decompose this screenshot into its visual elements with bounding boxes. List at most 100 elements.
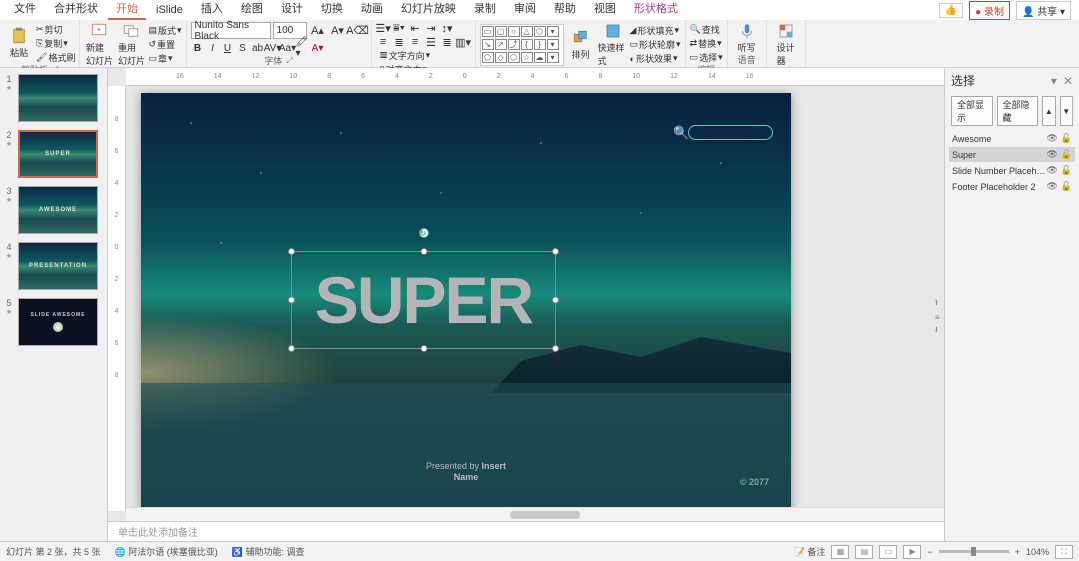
distribute-button[interactable]: ≣ (440, 36, 455, 48)
thumbnail-4[interactable]: PRESENTATION (18, 242, 98, 290)
shape-effects-button[interactable]: ◐ 形状效果 ▾ (630, 52, 681, 66)
italic-button[interactable]: I (206, 41, 220, 55)
strike-button[interactable]: S (236, 41, 250, 55)
resize-handle-tl[interactable] (288, 248, 295, 255)
find-button[interactable]: 🔍 查找 (690, 22, 723, 36)
bold-button[interactable]: B (191, 41, 205, 55)
select-button[interactable]: ▭ 选择 ▾ (690, 50, 723, 64)
paste-button[interactable]: 粘贴 (4, 27, 34, 59)
shape-fill-button[interactable]: ◢ 形状填充 ▾ (630, 24, 681, 38)
notes-input[interactable]: 单击此处添加备注 (108, 521, 944, 541)
thumbnail-3[interactable]: AWESOME (18, 186, 98, 234)
tab-insert[interactable]: 插入 (193, 0, 231, 20)
year-text[interactable]: © 2077 (740, 477, 769, 487)
font-name-input[interactable]: Nunito Sans Black (191, 22, 271, 39)
zoom-in-button[interactable]: + (1015, 547, 1020, 557)
fit-window-button[interactable]: ⛶ (1055, 545, 1073, 559)
pane-close-icon[interactable]: ✕ (1063, 74, 1073, 88)
language-status[interactable]: N/A🌐 阿法尔语 (埃塞俄比亚) (115, 545, 218, 558)
font-launcher[interactable]: ⤢ (286, 55, 292, 67)
tab-shape-format[interactable]: 形状格式 (626, 0, 686, 20)
resize-handle-br[interactable] (552, 345, 559, 352)
tab-file[interactable]: 文件 (6, 0, 44, 20)
inc-indent-button[interactable]: ⇥ (424, 22, 439, 34)
text-direction-button[interactable]: 𝌆 文字方向 ▾ (380, 48, 471, 62)
tab-merge-shapes[interactable]: 合并形状 (46, 0, 106, 20)
eye-icon[interactable]: 👁 (1046, 149, 1057, 160)
reading-view-button[interactable]: ▭ (879, 545, 897, 559)
selection-item[interactable]: Super👁🔓 (949, 147, 1075, 162)
underline-button[interactable]: U (221, 41, 235, 55)
search-pill-shape[interactable]: 🔍 (688, 125, 773, 140)
shape-outline-button[interactable]: ▭ 形状轮廓 ▾ (630, 38, 681, 52)
numbering-button[interactable]: ⩸▾ (392, 22, 407, 34)
lock-icon[interactable]: 🔓 (1061, 133, 1072, 144)
zoom-percent[interactable]: 104% (1026, 547, 1049, 557)
show-all-button[interactable]: 全部显示 (951, 96, 993, 126)
accessibility-status[interactable]: ♿ 辅助功能: 调查 (232, 545, 305, 558)
replace-button[interactable]: ⇄ 替换 ▾ (690, 36, 723, 50)
dictate-button[interactable]: 听写 (732, 22, 762, 54)
new-slide-button[interactable]: 新建 幻灯片 (84, 22, 114, 67)
columns-button[interactable]: ▥▾ (456, 36, 471, 48)
selection-item[interactable]: Footer Placeholder 2👁🔓 (949, 179, 1075, 194)
lock-icon[interactable]: 🔓 (1061, 181, 1072, 192)
reuse-slides-button[interactable]: 重用 幻灯片 (116, 22, 146, 67)
eye-icon[interactable]: 👁 (1046, 165, 1057, 176)
move-down-button[interactable]: ▼ (1060, 96, 1073, 126)
dec-indent-button[interactable]: ⇤ (408, 22, 423, 34)
tab-animations[interactable]: 动画 (353, 0, 391, 20)
cut-button[interactable]: ✂ 剪切 (36, 22, 75, 36)
resize-handle-mr[interactable] (552, 297, 559, 304)
font-color-button[interactable]: A▾ (311, 41, 325, 55)
record-button[interactable]: ● 录制 (969, 1, 1010, 20)
tab-draw[interactable]: 绘图 (233, 0, 271, 20)
hide-all-button[interactable]: 全部隐藏 (997, 96, 1039, 126)
slide-canvas[interactable]: 🔍 SUPER Presented by InsertName © 2077 (141, 93, 791, 507)
tab-home[interactable]: 开始 (108, 0, 146, 20)
tab-help[interactable]: 帮助 (546, 0, 584, 20)
resize-handle-tm[interactable] (420, 248, 427, 255)
eye-icon[interactable]: 👁 (1046, 133, 1057, 144)
footer-text[interactable]: Presented by InsertName (426, 461, 506, 483)
tab-review[interactable]: 审阅 (506, 0, 544, 20)
lock-icon[interactable]: 🔓 (1061, 149, 1072, 160)
align-center-button[interactable]: ≣ (392, 36, 407, 48)
highlight-button[interactable]: 🖍▾ (296, 41, 310, 55)
tab-transitions[interactable]: 切换 (313, 0, 351, 20)
horizontal-ruler[interactable]: 1614121086420246810121416 (126, 68, 944, 86)
move-up-button[interactable]: ▲ (1042, 96, 1055, 126)
vertical-ruler[interactable]: 864202468 (108, 86, 126, 511)
tab-view[interactable]: 视图 (586, 0, 624, 20)
section-button[interactable]: ▭ 章 ▾ (148, 52, 181, 66)
zoom-slider[interactable] (939, 550, 1009, 553)
sorter-view-button[interactable]: ▤ (855, 545, 873, 559)
reset-button[interactable]: ↺ 重置 (148, 38, 181, 52)
resize-handle-bm[interactable] (420, 345, 427, 352)
shapes-gallery[interactable]: ▭▢○△⬡▾ ↘↗⤴{}▾ ⬠◇⬡☆☁▾ (480, 24, 564, 66)
thumbnail-5[interactable]: SLIDE AWESOME (18, 298, 98, 346)
resize-handle-bl[interactable] (288, 345, 295, 352)
tab-design[interactable]: 设计 (273, 0, 311, 20)
align-right-button[interactable]: ≡ (408, 36, 423, 48)
lock-icon[interactable]: 🔓 (1061, 165, 1072, 176)
tab-slideshow[interactable]: 幻灯片放映 (393, 0, 464, 20)
eye-icon[interactable]: 👁 (1046, 181, 1057, 192)
copy-button[interactable]: ⎘ 复制 ▾ (36, 36, 75, 50)
layout-button[interactable]: ▤ 版式 ▾ (148, 24, 181, 38)
clear-format-button[interactable]: A⌫ (349, 23, 367, 38)
designer-button[interactable]: 设计 器 (771, 22, 801, 67)
selection-item[interactable]: Awesome👁🔓 (949, 131, 1075, 146)
line-spacing-button[interactable]: ↕▾ (440, 22, 455, 34)
thumbnail-2[interactable]: SUPER (18, 130, 98, 178)
notes-toggle[interactable]: 📝 备注 (794, 545, 826, 558)
increase-font-button[interactable]: A▴ (309, 23, 327, 38)
justify-button[interactable]: ☰ (424, 36, 439, 48)
horizontal-scrollbar[interactable] (126, 507, 944, 521)
share-button[interactable]: 👤 共享 ▾ (1016, 1, 1071, 20)
pane-dropdown-icon[interactable]: ▾ (1051, 74, 1057, 88)
arrange-button[interactable]: 排列 (566, 29, 596, 61)
resize-handle-tr[interactable] (552, 248, 559, 255)
vertical-scroll-buttons[interactable]: ⭱≡⭳ (935, 297, 943, 338)
tab-islide[interactable]: iSlide (148, 2, 191, 20)
